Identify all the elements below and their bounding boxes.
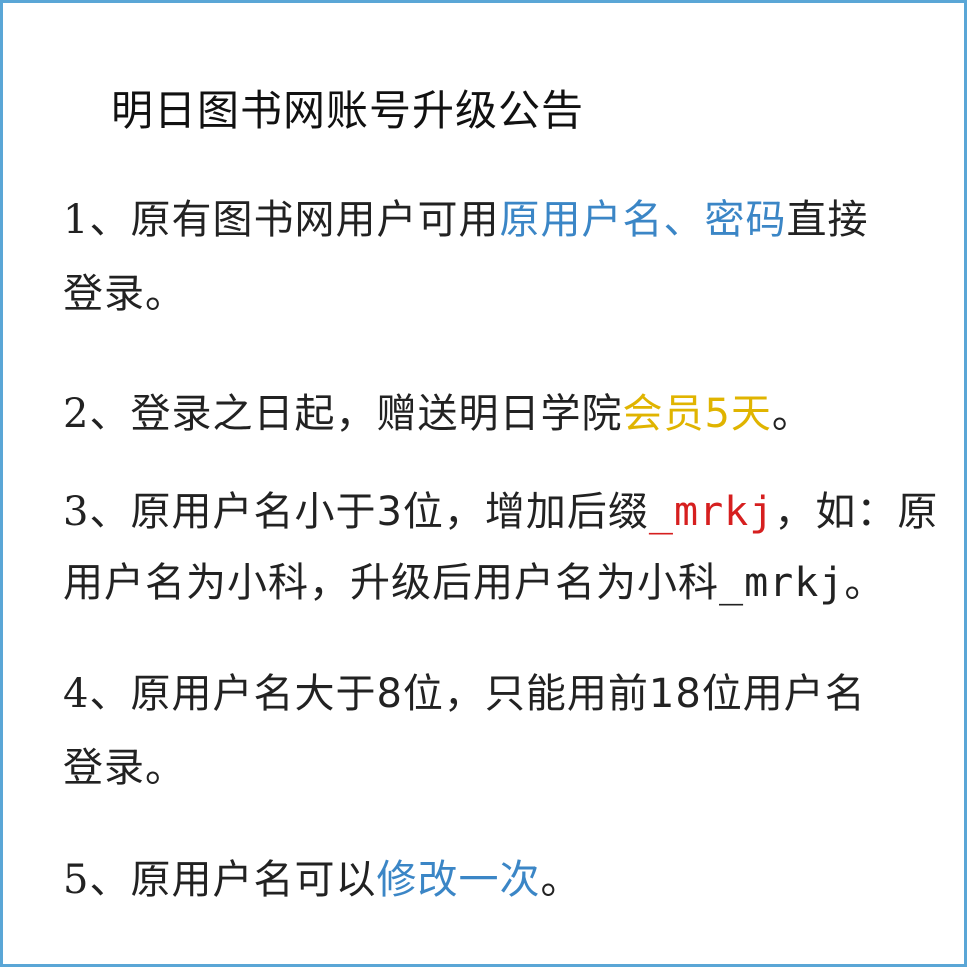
item-5-text-2: 。 [540, 857, 582, 903]
item-5-highlight: 修改一次 [376, 857, 541, 903]
item-1-text-2: 直接 [786, 197, 869, 243]
item-1-line-1: 1、原有图书网用户可用原用户名、密码直接 [63, 196, 868, 244]
item-5-number: 5、 [63, 857, 131, 903]
notice-title: 明日图书网账号升级公告 [111, 86, 585, 135]
item-1-line-2: 登录。 [63, 270, 186, 318]
item-3-text-2: ，如：原 [774, 489, 939, 535]
item-4-line-1: 4、原用户名大于8位，只能用前18位用户名 [63, 670, 866, 718]
item-3-text-3: 用户名为小科，升级后用户名为小科 [63, 560, 719, 606]
item-4-line-2: 登录。 [63, 744, 186, 792]
item-5-text: 原用户名可以 [130, 857, 377, 903]
item-3-line-1: 3、原用户名小于3位，增加后缀_mrkj，如：原 [63, 488, 938, 536]
item-3-suffix: _mrkj [648, 489, 775, 535]
item-3-text-5: 。 [844, 560, 886, 606]
item-2-line-1: 2、登录之日起，赠送明日学院会员5天。 [63, 390, 813, 438]
item-4-number: 4、 [63, 671, 131, 717]
item-1-highlight: 原用户名、密码 [499, 197, 787, 243]
notice-frame: 明日图书网账号升级公告 1、原有图书网用户可用原用户名、密码直接 登录。 2、登… [0, 0, 967, 967]
item-2-text-2: 。 [771, 391, 813, 437]
item-3-line-2: 用户名为小科，升级后用户名为小科_mrkj。 [63, 559, 885, 607]
item-5-line-1: 5、原用户名可以修改一次。 [63, 856, 581, 904]
item-2-text: 登录之日起，赠送明日学院 [130, 391, 623, 437]
item-4-text-3: 登录。 [63, 745, 186, 791]
item-4-text: 原用户名大于8位，只能用前18位用户名 [130, 671, 866, 717]
item-2-highlight: 会员5天 [622, 391, 772, 437]
item-2-number: 2、 [63, 391, 131, 437]
item-3-suffix-2: _mrkj [719, 560, 845, 606]
item-1-text-3: 登录。 [63, 271, 186, 317]
item-3-number: 3、 [63, 489, 131, 535]
item-1-number: 1、 [63, 197, 131, 243]
item-3-text: 原用户名小于3位，增加后缀 [130, 489, 649, 535]
item-1-text: 原有图书网用户可用 [130, 197, 500, 243]
